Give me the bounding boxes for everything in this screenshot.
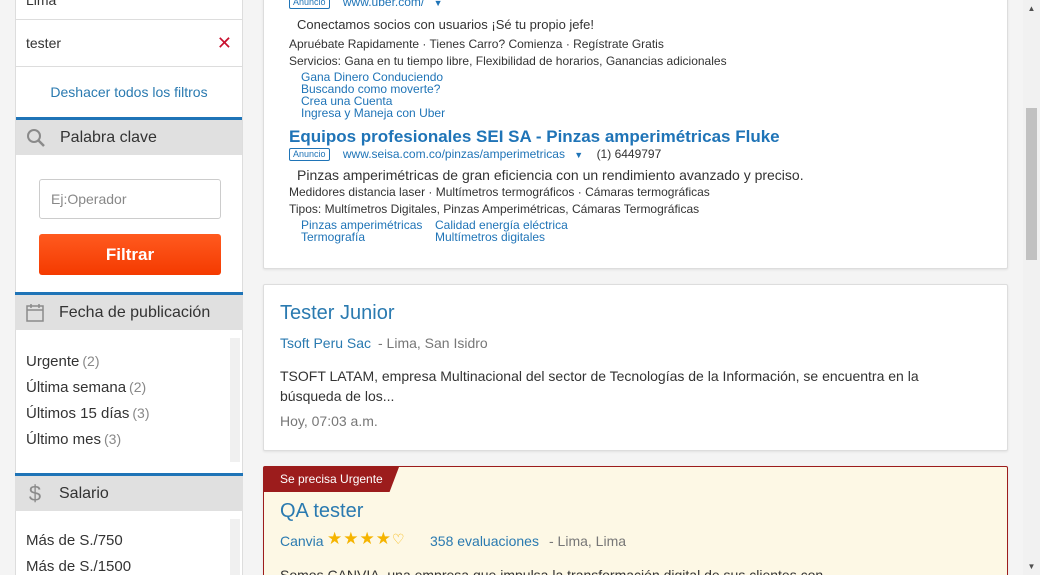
sei-ad-line1: Medidores distancia laser · Multímetros … [289,185,710,199]
sei-ad-sitelinks-col1: Pinzas amperimétricas Termografía [301,219,422,243]
chevron-down-icon[interactable]: ▼ [574,150,583,160]
ad-badge: Anuncio [289,148,330,162]
keyword-section-header[interactable]: Palabra clave [16,117,242,155]
uber-ad-url-row: Anuncio www.uber.com/ ▼ [289,0,443,10]
dollar-icon: $ [28,480,42,506]
sponsored-ads-card: Anuncio www.uber.com/ ▼ Conectamos socio… [263,0,1008,269]
salary-option-750[interactable]: Más de S./750 [26,528,226,554]
sei-ad-phone[interactable]: (1) 6449797 [597,147,662,161]
calendar-icon [15,303,55,323]
filter-button[interactable]: Filtrar [39,234,221,275]
active-filter-label: tester [26,35,62,51]
date-options-list: Urgente (2) Última semana (2) Últimos 15 d… [26,348,226,452]
date-option-week[interactable]: Última semana (2) [26,374,226,400]
ad-sitelink[interactable]: Multímetros digitales [435,231,568,243]
star-filled-icon: ★ [375,529,392,548]
keyword-input[interactable] [39,179,221,219]
date-section-header[interactable]: Fecha de publicación [15,292,243,330]
sei-ad-url[interactable]: www.seisa.com.co/pinzas/amperimetricas [343,147,565,161]
sei-ad-description: Pinzas amperimétricas de gran eficiencia… [297,167,804,183]
undo-all-filters-link[interactable]: Deshacer todos los filtros [16,67,242,117]
search-icon [16,128,56,148]
scroll-up-arrow-icon[interactable]: ▲ [1023,0,1040,17]
remove-filter-icon[interactable]: ✕ [217,33,232,54]
sei-ad-line2: Tipos: Multímetros Digitales, Pinzas Amp… [289,202,700,216]
salary-section-title: Salario [59,484,109,502]
date-list-scrollbar[interactable] [230,338,240,462]
sei-ad-title[interactable]: Equipos profesionales SEI SA - Pinzas am… [289,127,780,147]
ad-sitelink[interactable]: Ingresa y Maneja con Uber [301,107,445,119]
reviews-link[interactable]: 358 evaluaciones [430,533,539,549]
active-filter-tag: tester ✕ [16,20,242,67]
ad-badge: Anuncio [289,0,330,10]
job-date: Hoy, 07:03 a.m. [280,413,378,429]
salary-section-header[interactable]: $ Salario [15,473,243,511]
chevron-down-icon[interactable]: ▼ [434,0,443,8]
date-option-month[interactable]: Último mes (3) [26,426,226,452]
sei-ad-sitelinks-col2: Calidad energía eléctrica Multímetros di… [435,219,568,243]
date-option-urgente[interactable]: Urgente (2) [26,348,226,374]
uber-ad-line2: Servicios: Gana en tu tiempo libre, Flex… [289,54,727,68]
date-section-title: Fecha de publicación [59,303,211,321]
keyword-section-title: Palabra clave [60,128,157,146]
job-company[interactable]: Canvia [280,533,324,549]
heart-icon: ♡ [392,531,406,547]
uber-ad-url[interactable]: www.uber.com/ [343,0,424,9]
star-filled-icon: ★ [343,529,360,548]
job-company[interactable]: Tsoft Peru Sac [280,335,371,351]
sei-ad-url-row: Anuncio www.seisa.com.co/pinzas/amperime… [289,147,662,162]
salary-list-scrollbar[interactable] [230,519,240,575]
job-location: - Lima, Lima [549,533,627,549]
rating-stars: ★★★★♡ [327,529,406,549]
job-description: TSOFT LATAM, empresa Multinacional del s… [280,368,919,404]
page-scrollbar[interactable]: ▲ ▼ [1023,0,1040,575]
urgent-badge: Se precisa Urgente [264,467,399,492]
uber-ad-line1: Apruébate Rapidamente · Tienes Carro? Co… [289,37,664,51]
salary-options-list: Más de S./750 Más de S./1500 [26,528,226,575]
job-location: - Lima, San Isidro [378,335,488,351]
job-title[interactable]: Tester Junior [280,302,395,325]
job-card[interactable]: Tester Junior Tsoft Peru Sac - Lima, San… [263,284,1008,451]
job-card-urgent[interactable]: Se precisa Urgente QA tester Canvia ★★★★… [263,466,1008,575]
uber-ad-description: Conectamos socios con usuarios ¡Sé tu pr… [297,17,594,32]
ad-sitelink[interactable]: Termografía [301,231,422,243]
star-filled-icon: ★ [327,529,344,548]
salary-option-1500[interactable]: Más de S./1500 [26,554,226,575]
star-filled-icon: ★ [359,529,376,548]
scrollbar-thumb[interactable] [1026,108,1037,260]
date-option-15-days[interactable]: Últimos 15 días (3) [26,400,226,426]
scroll-down-arrow-icon[interactable]: ▼ [1023,558,1040,575]
uber-ad-sitelinks: Gana Dinero Conduciendo Buscando como mo… [301,71,445,119]
location-filter-value: Lima [16,0,242,20]
job-description: Somos CANVIA, una empresa que impulsa la… [280,567,835,575]
job-title[interactable]: QA tester [280,500,363,523]
